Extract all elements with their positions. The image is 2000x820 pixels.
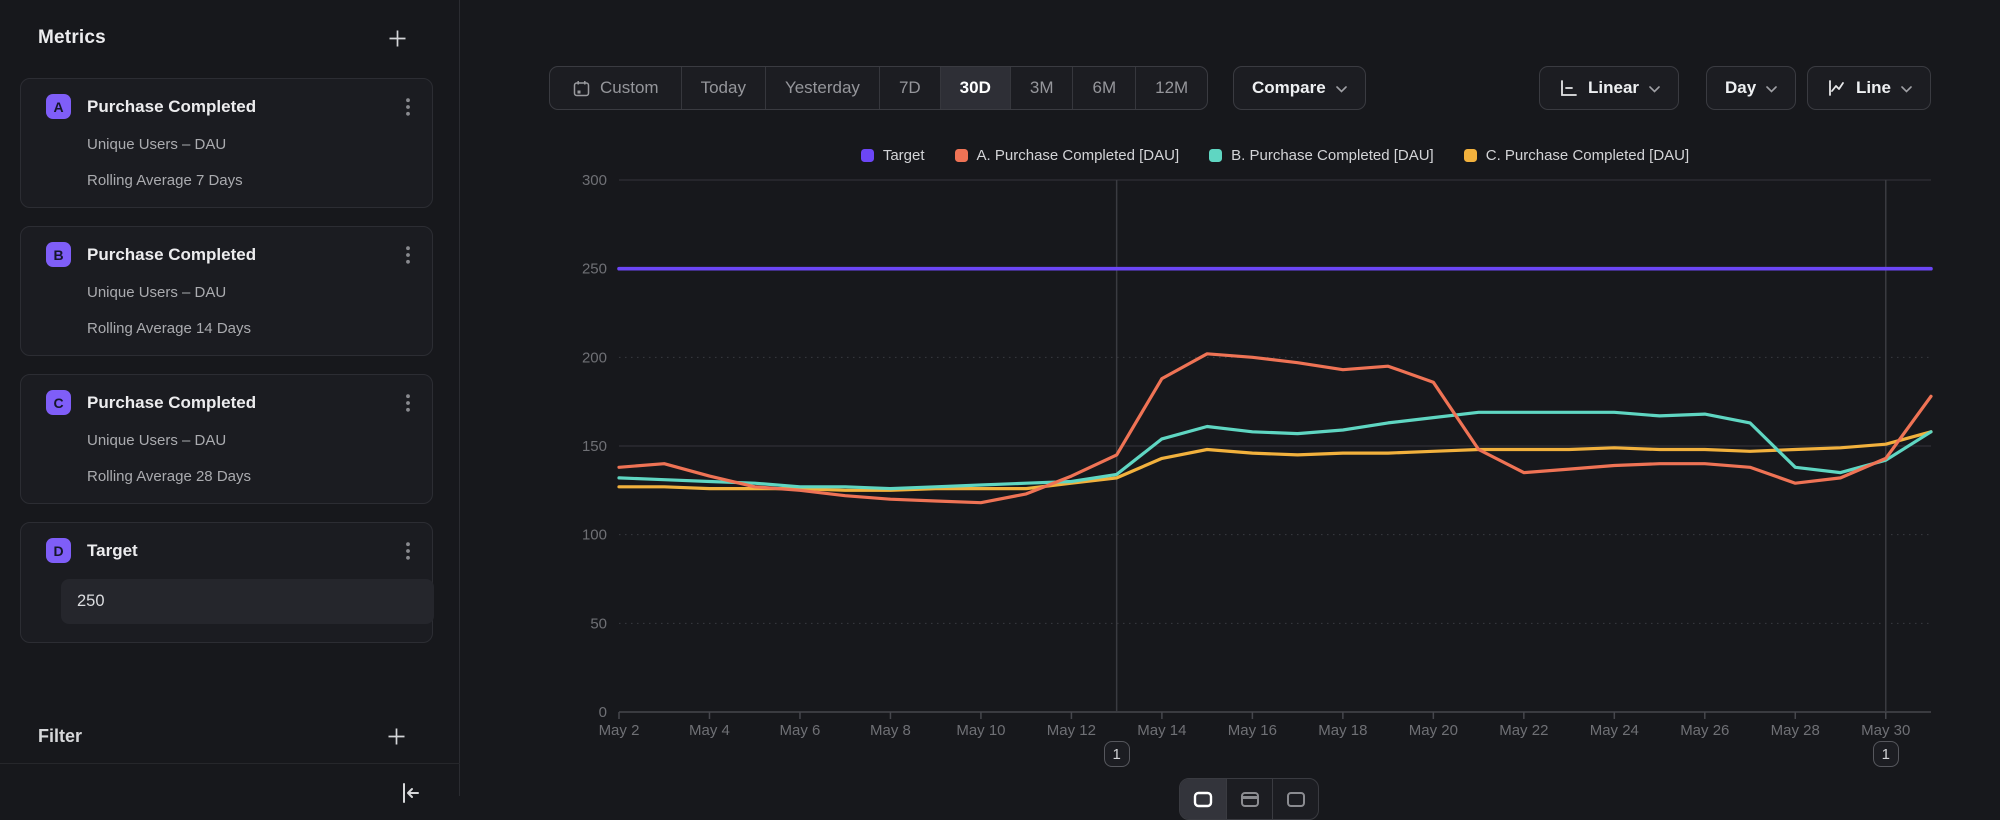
metric-options-button[interactable]	[398, 95, 418, 119]
target-value-input[interactable]	[61, 579, 434, 624]
kebab-menu-icon	[406, 98, 410, 116]
x-axis-label: May 18	[1318, 722, 1367, 739]
metric-card-header: B Purchase Completed	[46, 242, 416, 267]
add-metric-button[interactable]	[388, 29, 407, 48]
metric-badge-a: A	[46, 94, 71, 119]
y-axis-label: 300	[582, 172, 607, 189]
metric-title: Purchase Completed	[87, 97, 256, 117]
metric-cards: A Purchase Completed Unique Users – DAU Rol…	[20, 78, 433, 643]
metric-card-header: A Purchase Completed	[46, 94, 416, 119]
metrics-title: Metrics	[38, 27, 106, 49]
metrics-explorer-page: { "sidebar": { "title": "Metrics", "metr…	[0, 0, 2000, 796]
x-axis-label: May 6	[780, 722, 821, 739]
x-axis-label: May 10	[956, 722, 1005, 739]
kebab-menu-icon	[406, 394, 410, 412]
y-axis-label: 100	[582, 527, 607, 544]
metric-card-a[interactable]: A Purchase Completed Unique Users – DAU Rol…	[20, 78, 433, 208]
y-axis-label: 200	[582, 349, 607, 366]
metrics-sidebar: Metrics A Purchase Completed Unique Users …	[0, 0, 460, 796]
annotation-badge[interactable]: 1	[1873, 741, 1899, 767]
view-mode-chart[interactable]	[1180, 779, 1226, 819]
filter-section-header: Filter	[38, 722, 406, 750]
series-line-c[interactable]	[619, 432, 1931, 491]
y-axis-label: 50	[590, 615, 607, 632]
metric-badge-c: C	[46, 390, 71, 415]
view-mode-toggle	[1179, 778, 1319, 820]
x-axis-label: May 30	[1861, 722, 1910, 739]
x-axis-label: May 26	[1680, 722, 1729, 739]
metric-card-header: D Target	[46, 538, 416, 563]
x-axis-label: May 24	[1590, 722, 1639, 739]
view-mode-table[interactable]	[1226, 779, 1272, 819]
y-axis-label: 0	[599, 704, 607, 721]
table-view-icon	[1240, 791, 1260, 808]
metric-rollup-label: Rolling Average 7 Days	[87, 171, 416, 191]
plus-icon	[387, 727, 406, 746]
y-axis-label: 250	[582, 261, 607, 278]
metric-rollup-label: Rolling Average 14 Days	[87, 319, 416, 339]
filter-title: Filter	[38, 726, 82, 747]
chart-view-icon	[1193, 791, 1213, 808]
annotation-badge[interactable]: 1	[1104, 741, 1130, 767]
metric-title: Target	[87, 541, 138, 561]
chart-canvas[interactable]: 0 50 100 150 200 250 300 May 2 May 4 May 6 May 8 Ma…	[461, 0, 2000, 796]
x-axis-label: May 2	[599, 722, 640, 739]
collapse-sidebar-button[interactable]	[398, 781, 422, 805]
sidebar-divider	[0, 763, 460, 764]
x-axis-label: May 20	[1409, 722, 1458, 739]
x-axis-label: May 22	[1499, 722, 1548, 739]
metric-measure-label: Unique Users – DAU	[87, 135, 416, 155]
metric-measure-label: Unique Users – DAU	[87, 283, 416, 303]
metric-card-b[interactable]: B Purchase Completed Unique Users – DAU Rol…	[20, 226, 433, 356]
kebab-menu-icon	[406, 246, 410, 264]
metric-title: Purchase Completed	[87, 393, 256, 413]
y-axis-label: 150	[582, 438, 607, 455]
x-axis-label: May 14	[1137, 722, 1186, 739]
metrics-header: Metrics	[38, 27, 407, 49]
metric-options-button[interactable]	[398, 391, 418, 415]
x-axis-label: May 8	[870, 722, 911, 739]
metric-badge-b: B	[46, 242, 71, 267]
metric-title: Purchase Completed	[87, 245, 256, 265]
metric-badge-d: D	[46, 538, 71, 563]
x-axis-label: May 16	[1228, 722, 1277, 739]
metric-options-button[interactable]	[398, 539, 418, 563]
collapse-left-icon	[398, 781, 422, 805]
x-axis-label: May 12	[1047, 722, 1096, 739]
metric-card-d[interactable]: D Target	[20, 522, 433, 643]
kebab-menu-icon	[406, 542, 410, 560]
metric-measure-label: Unique Users – DAU	[87, 431, 416, 451]
metric-options-button[interactable]	[398, 243, 418, 267]
metric-rollup-label: Rolling Average 28 Days	[87, 467, 416, 487]
metric-card-c[interactable]: C Purchase Completed Unique Users – DAU Rol…	[20, 374, 433, 504]
view-mode-combined[interactable]	[1272, 779, 1318, 819]
metric-card-header: C Purchase Completed	[46, 390, 416, 415]
x-axis-label: May 28	[1771, 722, 1820, 739]
add-filter-button[interactable]	[387, 727, 406, 746]
series-line-a[interactable]	[619, 354, 1931, 503]
combined-view-icon	[1286, 791, 1306, 808]
chart-panel: CustomTodayYesterday7D30D3M6M12M Compare…	[461, 0, 2000, 796]
x-axis-label: May 4	[689, 722, 730, 739]
plus-icon	[388, 29, 407, 48]
